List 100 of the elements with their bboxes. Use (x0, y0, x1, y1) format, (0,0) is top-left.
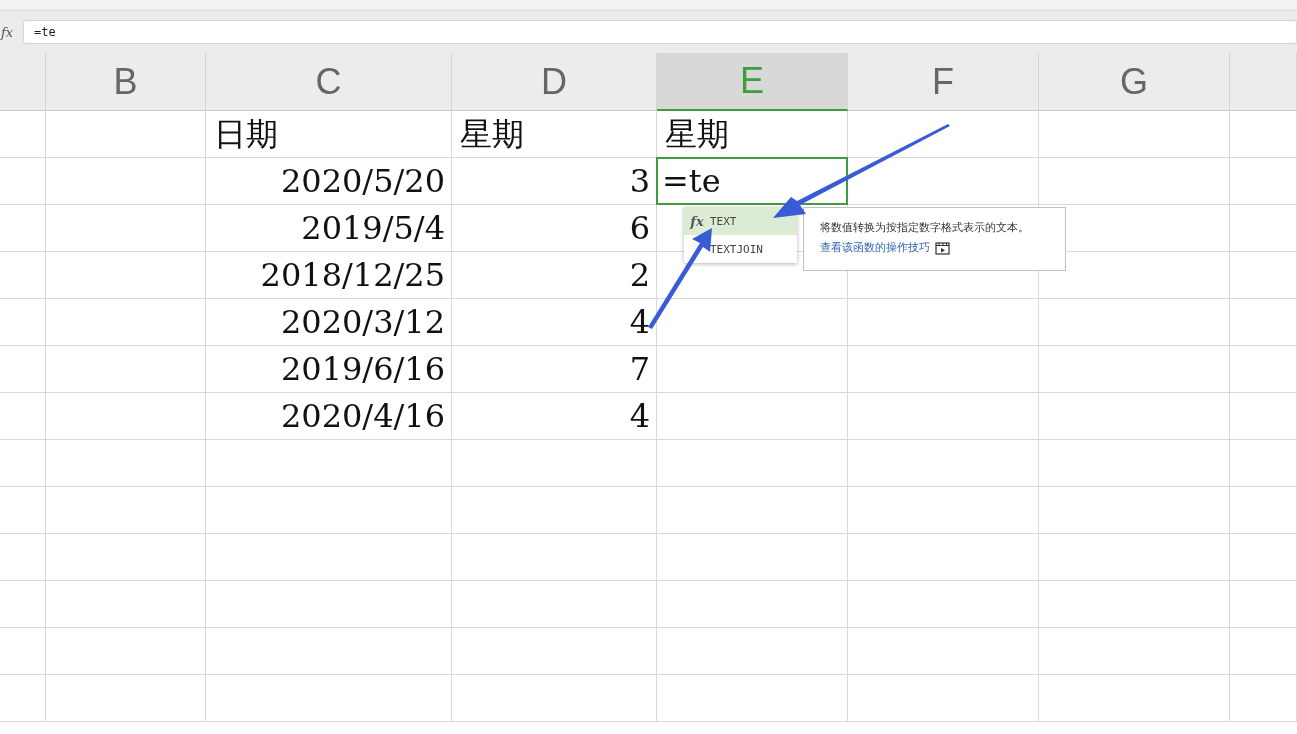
row-header[interactable] (0, 111, 46, 158)
empty-cell[interactable] (1039, 628, 1230, 675)
empty-cell[interactable] (46, 252, 206, 299)
column-header[interactable]: G (1039, 53, 1230, 111)
empty-cell[interactable] (848, 487, 1039, 534)
column-header[interactable]: D (452, 53, 657, 111)
tips-link[interactable]: 查看该函数的操作技巧 (820, 241, 930, 255)
empty-cell[interactable] (1039, 393, 1230, 440)
table-cell[interactable]: 3 (452, 158, 657, 205)
row-header[interactable] (0, 534, 46, 581)
empty-cell[interactable] (1039, 534, 1230, 581)
empty-cell[interactable] (657, 393, 848, 440)
row-header[interactable] (0, 252, 46, 299)
suggestion-item[interactable]: fx TEXT (684, 207, 797, 235)
empty-cell[interactable] (206, 534, 452, 581)
empty-cell[interactable] (46, 581, 206, 628)
empty-cell[interactable] (46, 675, 206, 722)
column-header[interactable]: F (848, 53, 1039, 111)
table-cell[interactable]: 2018/12/25 (206, 252, 452, 299)
empty-cell[interactable] (1230, 440, 1297, 487)
empty-cell[interactable] (848, 675, 1039, 722)
empty-cell[interactable] (848, 534, 1039, 581)
empty-cell[interactable] (1230, 581, 1297, 628)
row-header[interactable] (0, 346, 46, 393)
row-header[interactable] (0, 675, 46, 722)
formula-input-field[interactable]: =te (23, 20, 1297, 44)
table-cell[interactable]: 2019/5/4 (206, 205, 452, 252)
empty-cell[interactable] (1230, 534, 1297, 581)
row-header[interactable] (0, 581, 46, 628)
row-header[interactable] (0, 158, 46, 205)
empty-cell[interactable] (206, 440, 452, 487)
empty-cell[interactable] (1230, 111, 1297, 158)
empty-cell[interactable] (1039, 346, 1230, 393)
row-header[interactable] (0, 628, 46, 675)
empty-cell[interactable] (657, 534, 848, 581)
row-header[interactable] (0, 487, 46, 534)
empty-cell[interactable] (848, 346, 1039, 393)
empty-cell[interactable] (1039, 158, 1230, 205)
empty-cell[interactable] (452, 440, 657, 487)
empty-cell[interactable] (1230, 675, 1297, 722)
empty-cell[interactable] (1230, 252, 1297, 299)
empty-cell[interactable] (1039, 675, 1230, 722)
empty-cell[interactable] (657, 581, 848, 628)
empty-cell[interactable] (206, 581, 452, 628)
empty-cell[interactable] (1230, 393, 1297, 440)
empty-cell[interactable] (1039, 487, 1230, 534)
empty-cell[interactable] (657, 346, 848, 393)
empty-cell[interactable] (452, 581, 657, 628)
empty-cell[interactable] (46, 628, 206, 675)
empty-cell[interactable] (1230, 299, 1297, 346)
row-header[interactable] (0, 205, 46, 252)
empty-cell[interactable] (1230, 346, 1297, 393)
empty-cell[interactable] (46, 346, 206, 393)
empty-cell[interactable] (452, 487, 657, 534)
empty-cell[interactable] (46, 158, 206, 205)
empty-cell[interactable] (1230, 487, 1297, 534)
empty-cell[interactable] (46, 487, 206, 534)
table-cell[interactable]: 星期 (452, 111, 657, 158)
table-cell[interactable]: 2019/6/16 (206, 346, 452, 393)
empty-cell[interactable] (657, 675, 848, 722)
empty-cell[interactable] (46, 205, 206, 252)
empty-cell[interactable] (1230, 205, 1297, 252)
column-header[interactable]: C (206, 53, 452, 111)
table-cell[interactable]: 2020/3/12 (206, 299, 452, 346)
row-header[interactable] (0, 393, 46, 440)
empty-cell[interactable] (46, 534, 206, 581)
cell-input-field[interactable]: =te (656, 157, 848, 205)
empty-cell[interactable] (848, 581, 1039, 628)
empty-cell[interactable] (206, 487, 452, 534)
table-cell[interactable]: 2020/4/16 (206, 393, 452, 440)
empty-cell[interactable] (1039, 111, 1230, 158)
table-cell[interactable]: 2 (452, 252, 657, 299)
empty-cell[interactable] (1230, 628, 1297, 675)
empty-cell[interactable] (46, 440, 206, 487)
empty-cell[interactable] (1230, 158, 1297, 205)
empty-cell[interactable] (1039, 299, 1230, 346)
column-header[interactable]: B (46, 53, 206, 111)
table-cell[interactable]: 日期 (206, 111, 452, 158)
empty-cell[interactable] (46, 393, 206, 440)
empty-cell[interactable] (46, 111, 206, 158)
column-header[interactable] (1230, 53, 1297, 111)
suggestion-item[interactable]: TEXTJOIN (684, 235, 797, 263)
empty-cell[interactable] (657, 628, 848, 675)
table-cell[interactable]: 7 (452, 346, 657, 393)
empty-cell[interactable] (452, 675, 657, 722)
empty-cell[interactable] (1039, 440, 1230, 487)
empty-cell[interactable] (848, 628, 1039, 675)
row-header[interactable] (0, 299, 46, 346)
empty-cell[interactable] (1039, 581, 1230, 628)
table-cell[interactable]: 星期 (657, 111, 848, 158)
table-cell[interactable]: 4 (452, 393, 657, 440)
empty-cell[interactable] (206, 675, 452, 722)
empty-cell[interactable] (848, 299, 1039, 346)
table-cell[interactable]: 6 (452, 205, 657, 252)
empty-cell[interactable] (46, 299, 206, 346)
empty-cell[interactable] (657, 440, 848, 487)
row-header[interactable] (0, 440, 46, 487)
empty-cell[interactable] (848, 440, 1039, 487)
empty-cell[interactable] (848, 393, 1039, 440)
empty-cell[interactable] (452, 628, 657, 675)
